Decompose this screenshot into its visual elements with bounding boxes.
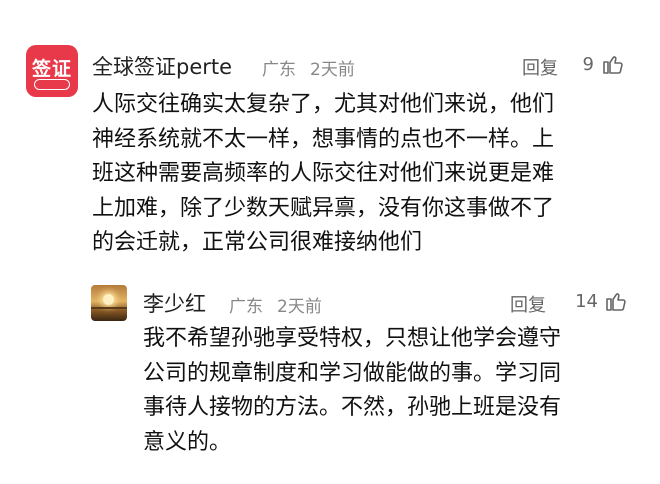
like-count: 9 xyxy=(582,54,594,75)
reply-button[interactable]: 回复 xyxy=(510,291,546,317)
avatar-horizon xyxy=(91,307,127,309)
comment-author[interactable]: 李少红 xyxy=(143,288,206,318)
comment-text-line: 我不希望孙驰享受特权，只想让他学会遵守 xyxy=(143,326,562,351)
avatar[interactable]: 签证 xyxy=(26,45,78,97)
comment-text-line: 人际交往确实太复杂了，尤其对他们来说，他们 xyxy=(92,92,555,117)
comment-location: 广东 xyxy=(229,297,263,317)
comment-text-line: 的会迁就，正常公司很难接纳他们 xyxy=(92,230,423,255)
avatar-logo-ring xyxy=(34,79,70,90)
comment-text: 人际交往确实太复杂了，尤其对他们来说，他们 神经系统就不太一样，想事情的点也不一… xyxy=(92,88,632,261)
comment-text-line: 神经系统就不太一样，想事情的点也不一样。上 xyxy=(92,126,555,152)
like-count: 14 xyxy=(575,291,598,312)
comment-text-line: 班这种需要高频率的人际交往对他们来说更是难 xyxy=(92,161,555,186)
avatar-sun xyxy=(103,294,114,305)
comment-text-line: 意义的。 xyxy=(143,429,232,455)
comment-text-line: 上加难，除了少数天赋异禀，没有你这事做不了 xyxy=(92,195,555,221)
comment-text: 我不希望孙驰享受特权，只想让他学会遵守 公司的规章制度和学习做能做的事。学习同 … xyxy=(143,322,643,460)
comment-time: 2天前 xyxy=(310,60,355,80)
comment-text-line: 公司的规章制度和学习做能做的事。学习同 xyxy=(143,360,562,386)
thumbs-up-icon[interactable] xyxy=(604,289,628,313)
reply-button[interactable]: 回复 xyxy=(522,54,558,80)
comment-time: 2天前 xyxy=(277,297,322,317)
thumbs-up-icon[interactable] xyxy=(601,52,625,76)
comment-location: 广东 xyxy=(262,60,296,80)
avatar[interactable] xyxy=(91,285,127,321)
comment-author[interactable]: 全球签证perte xyxy=(92,51,232,81)
avatar-logo-text: 签证 xyxy=(31,58,72,80)
comment-text-line: 事待人接物的方法。不然，孙驰上班是没有 xyxy=(143,395,562,420)
